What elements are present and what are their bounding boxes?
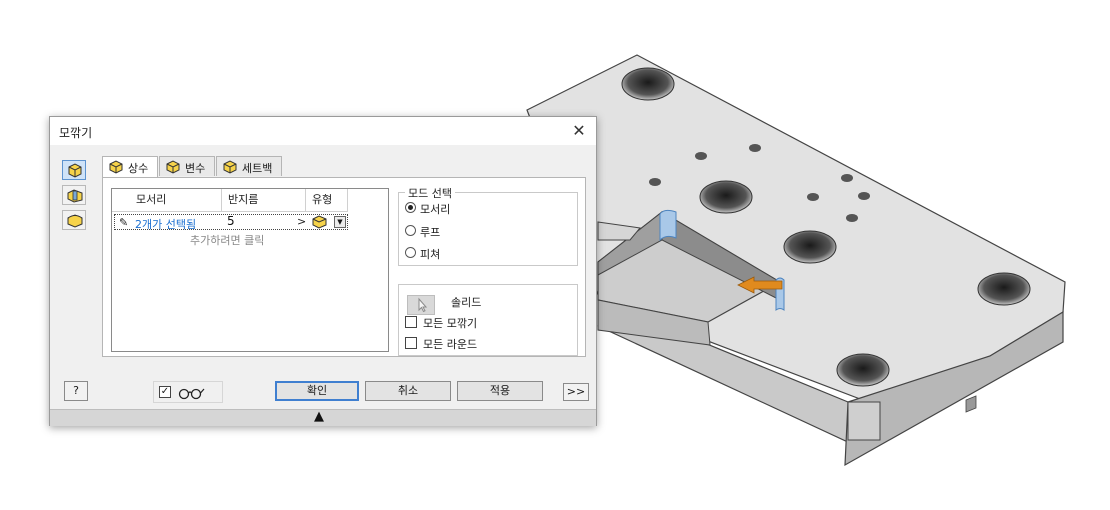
close-button[interactable]: ✕ xyxy=(568,120,590,142)
full-round-fillet-icon xyxy=(67,214,83,228)
type-dropdown-button[interactable]: ▼ xyxy=(334,216,346,228)
column-radius: 반지름 xyxy=(222,189,306,211)
dialog-footer: ▲ xyxy=(50,409,596,426)
fillet-type-icon[interactable] xyxy=(311,215,329,229)
mode-legend: 모드 선택 xyxy=(405,185,455,201)
add-row-hint[interactable]: 추가하려면 클릭 xyxy=(190,232,264,248)
cancel-button[interactable]: 취소 xyxy=(365,381,451,401)
all-rounds-label: 모든 라운드 xyxy=(423,338,478,351)
ok-button[interactable]: 확인 xyxy=(275,381,359,401)
mode-feature-label: 피쳐 xyxy=(420,248,441,261)
column-type: 유형 xyxy=(306,189,348,211)
constant-fillet-icon xyxy=(109,160,123,174)
tab-setback[interactable]: 세트백 xyxy=(216,156,282,176)
radius-flyout-arrow[interactable]: > xyxy=(297,215,306,228)
preview-checkbox[interactable]: ✓ xyxy=(159,386,171,398)
mode-feature-radio[interactable] xyxy=(405,247,416,258)
edit-pencil-icon: ✎ xyxy=(119,216,129,229)
title-bar: 모깎기 ✕ xyxy=(50,117,596,145)
edge-radius-table: 모서리 반지름 유형 ✎ 2개가 선택됨 5 > ▼ 추가하려면 클릭 xyxy=(111,188,389,352)
radius-cell[interactable]: 5 xyxy=(227,214,235,228)
all-rounds-checkbox[interactable] xyxy=(405,337,417,349)
tab-variable[interactable]: 변수 xyxy=(159,156,215,176)
tab-constant[interactable]: 상수 xyxy=(102,156,158,178)
part-model[interactable] xyxy=(526,54,1066,467)
table-row[interactable]: ✎ 2개가 선택됨 5 > ▼ xyxy=(114,214,348,232)
face-fillet-icon xyxy=(67,189,83,203)
solids-group: 솔리드 모든 모깎기 모든 라운드 xyxy=(398,284,578,356)
mode-edge-radio[interactable] xyxy=(405,202,416,213)
glasses-icon xyxy=(178,388,205,400)
face-fillet-button[interactable] xyxy=(62,185,86,205)
solid-select-button[interactable] xyxy=(407,295,435,315)
mode-edge-label: 모서리 xyxy=(420,203,451,216)
all-fillets-label: 모든 모깎기 xyxy=(423,317,478,330)
tab-constant-label: 상수 xyxy=(128,162,149,175)
mode-loop-label: 루프 xyxy=(420,226,441,239)
help-button[interactable]: ? xyxy=(64,381,88,401)
collapse-arrow-icon[interactable]: ▲ xyxy=(314,410,324,424)
cursor-arrow-icon xyxy=(418,297,428,313)
tab-variable-label: 변수 xyxy=(185,162,206,175)
fillet-dialog: 모깎기 ✕ 상수 변수 세트백 모서리 반지름 유형 ✎ 2개가 선택됨 5 >… xyxy=(49,116,597,426)
full-round-fillet-button[interactable] xyxy=(62,210,86,230)
column-edges: 모서리 xyxy=(126,189,222,211)
preview-toggle[interactable]: ✓ xyxy=(153,381,223,403)
edge-fillet-button[interactable] xyxy=(62,160,86,180)
tab-setback-label: 세트백 xyxy=(242,162,273,175)
expand-button[interactable]: >> xyxy=(563,383,589,401)
selected-edges-cell[interactable]: 2개가 선택됨 xyxy=(135,216,196,232)
setback-fillet-icon xyxy=(223,160,237,174)
edge-fillet-icon xyxy=(68,163,82,178)
mode-selection-group: 모드 선택 모서리 루프 피쳐 xyxy=(398,185,578,266)
mode-loop-radio[interactable] xyxy=(405,225,416,236)
all-fillets-checkbox[interactable] xyxy=(405,316,417,328)
variable-fillet-icon xyxy=(166,160,180,174)
constant-tab-panel: 모서리 반지름 유형 ✎ 2개가 선택됨 5 > ▼ 추가하려면 클릭 모드 선… xyxy=(102,177,586,357)
dialog-title: 모깎기 xyxy=(59,126,93,140)
table-header: 모서리 반지름 유형 xyxy=(112,189,348,212)
apply-button[interactable]: 적용 xyxy=(457,381,543,401)
solid-label: 솔리드 xyxy=(451,296,482,309)
